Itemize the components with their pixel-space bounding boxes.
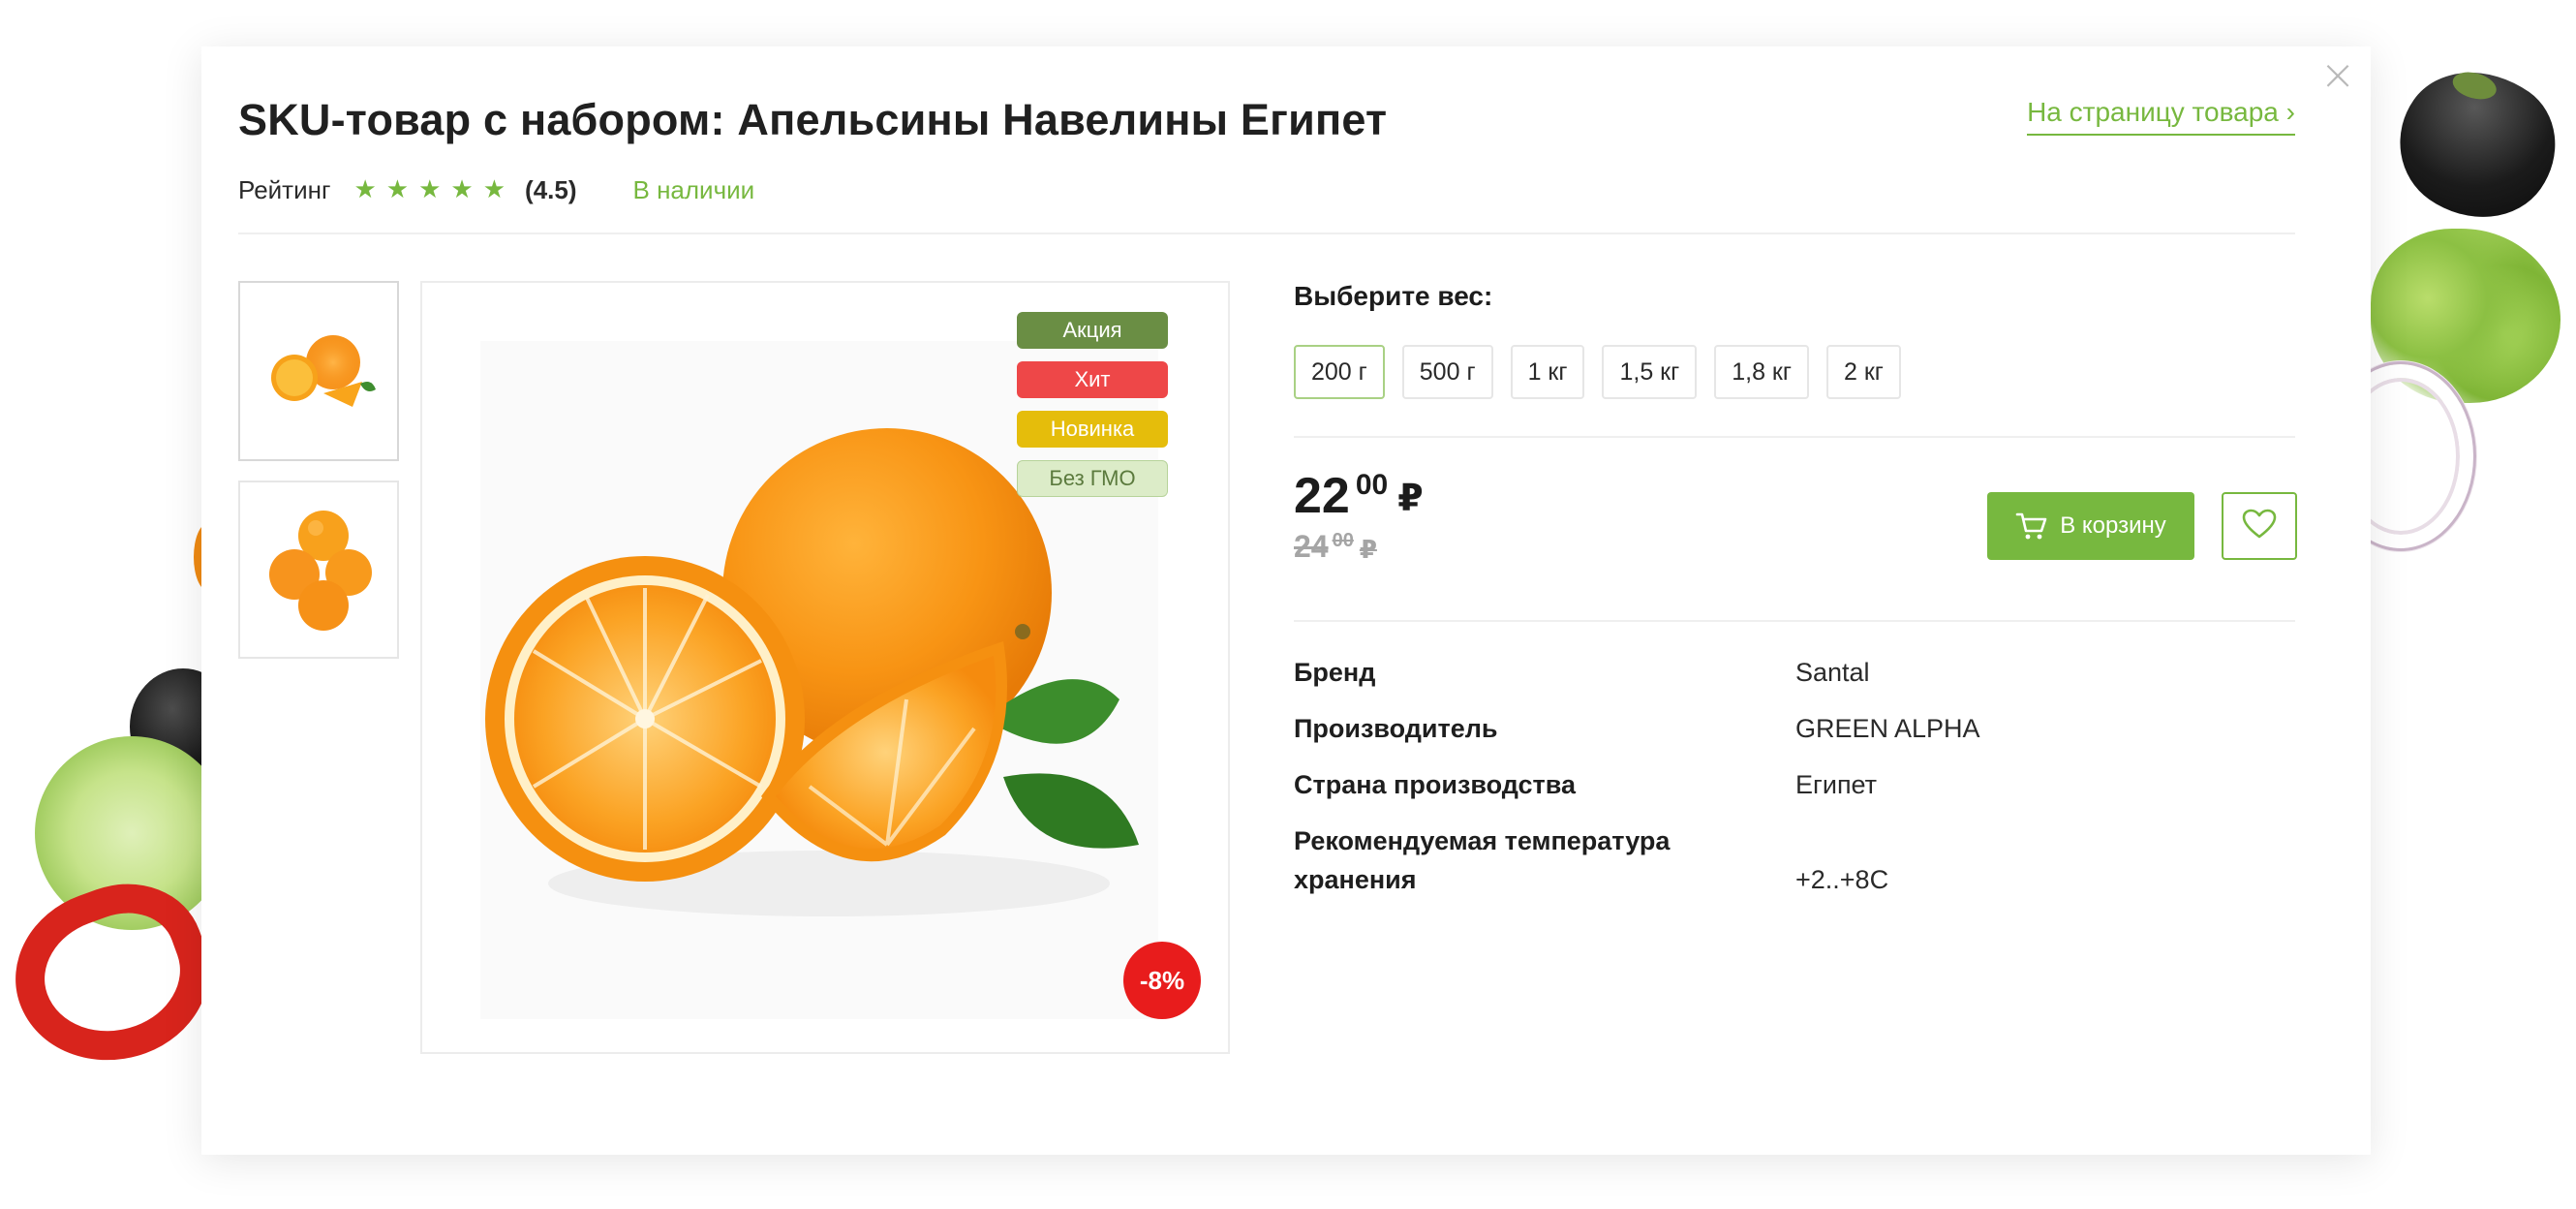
price-currency: ₽ xyxy=(1397,479,1424,519)
quick-view-modal: × SKU-товар с набором: Апельсины Навелин… xyxy=(201,46,2371,1155)
whole-oranges-image xyxy=(269,511,372,631)
divider xyxy=(1294,436,2295,438)
rating-value: (4.5) xyxy=(525,174,577,204)
property-value: Santal xyxy=(1795,658,1870,687)
label-new: Новинка xyxy=(1017,411,1168,448)
star-icon: ★ xyxy=(353,175,377,204)
rating-row: Рейтинг ★ ★ ★ ★ ★ (4.5) В наличии xyxy=(238,170,754,209)
property-name: Производитель xyxy=(1294,714,1498,743)
product-properties: Бренд Santal Производитель GREEN ALPHA С… xyxy=(1294,653,2295,916)
thumbnail-orange-slices[interactable] xyxy=(238,281,399,461)
weight-title: Выберите вес: xyxy=(1294,281,1493,311)
old-price: 24 00 ₽ xyxy=(1294,531,1377,562)
add-to-cart-button[interactable]: В корзину xyxy=(1987,492,2194,560)
property-name: Рекомендуемая температура хранения xyxy=(1294,826,1671,894)
weight-option-200g[interactable]: 200 г xyxy=(1294,345,1385,399)
old-price-integer: 24 xyxy=(1294,529,1329,564)
add-to-favorites-button[interactable] xyxy=(2222,492,2297,560)
weight-option-500g[interactable]: 500 г xyxy=(1401,345,1493,399)
availability-status: В наличии xyxy=(632,174,755,204)
price-integer: 22 xyxy=(1294,468,1350,524)
close-icon[interactable]: × xyxy=(2318,54,2357,97)
rating-label: Рейтинг xyxy=(238,174,331,204)
weight-option-1kg[interactable]: 1 кг xyxy=(1510,345,1585,399)
rating-stars: ★ ★ ★ ★ ★ xyxy=(353,175,506,204)
star-icon: ★ xyxy=(482,175,506,204)
property-name: Страна производства xyxy=(1294,770,1577,799)
star-icon: ★ xyxy=(450,175,474,204)
main-product-image[interactable]: Акция Хит Новинка Без ГМО -8% xyxy=(420,281,1230,1054)
price-decimal: 00 xyxy=(1355,469,1389,501)
divider xyxy=(238,232,2295,234)
weight-option-2kg[interactable]: 2 кг xyxy=(1826,345,1901,399)
product-labels: Акция Хит Новинка Без ГМО xyxy=(1017,312,1168,497)
old-price-currency: ₽ xyxy=(1359,535,1377,564)
current-price: 22 00 ₽ xyxy=(1294,468,1424,524)
property-row: Бренд Santal xyxy=(1294,653,2295,692)
star-icon: ★ xyxy=(418,175,442,204)
property-row: Рекомендуемая температура хранения +2..+… xyxy=(1294,822,2295,899)
product-page-link[interactable]: На страницу товара › xyxy=(2027,97,2295,136)
property-row: Страна производства Египет xyxy=(1294,765,2295,804)
property-value: Египет xyxy=(1795,770,1878,799)
cart-icon xyxy=(2015,512,2048,541)
thumbnail-whole-oranges[interactable] xyxy=(238,480,399,659)
weight-options: 200 г 500 г 1 кг 1,5 кг 1,8 кг 2 кг xyxy=(1294,345,1901,399)
product-title: SKU-товар с набором: Апельсины Навелины … xyxy=(238,95,1388,144)
property-value: GREEN ALPHA xyxy=(1795,714,1980,743)
property-name: Бренд xyxy=(1294,658,1376,687)
divider xyxy=(1294,620,2295,622)
orange-slices-image xyxy=(271,335,376,407)
property-row: Производитель GREEN ALPHA xyxy=(1294,709,2295,748)
weight-option-1-8kg[interactable]: 1,8 кг xyxy=(1714,345,1809,399)
add-to-cart-label: В корзину xyxy=(2060,512,2166,539)
property-value: +2..+8С xyxy=(1795,865,1889,894)
star-icon: ★ xyxy=(385,175,410,204)
eggplant-decoration xyxy=(2372,40,2576,249)
label-sale: Акция xyxy=(1017,312,1168,349)
discount-badge: -8% xyxy=(1123,942,1201,1019)
weight-option-1-5kg[interactable]: 1,5 кг xyxy=(1602,345,1698,399)
label-no-gmo: Без ГМО xyxy=(1017,460,1168,497)
heart-icon xyxy=(2242,509,2277,544)
old-price-decimal: 00 xyxy=(1332,530,1354,551)
label-hit: Хит xyxy=(1017,361,1168,398)
